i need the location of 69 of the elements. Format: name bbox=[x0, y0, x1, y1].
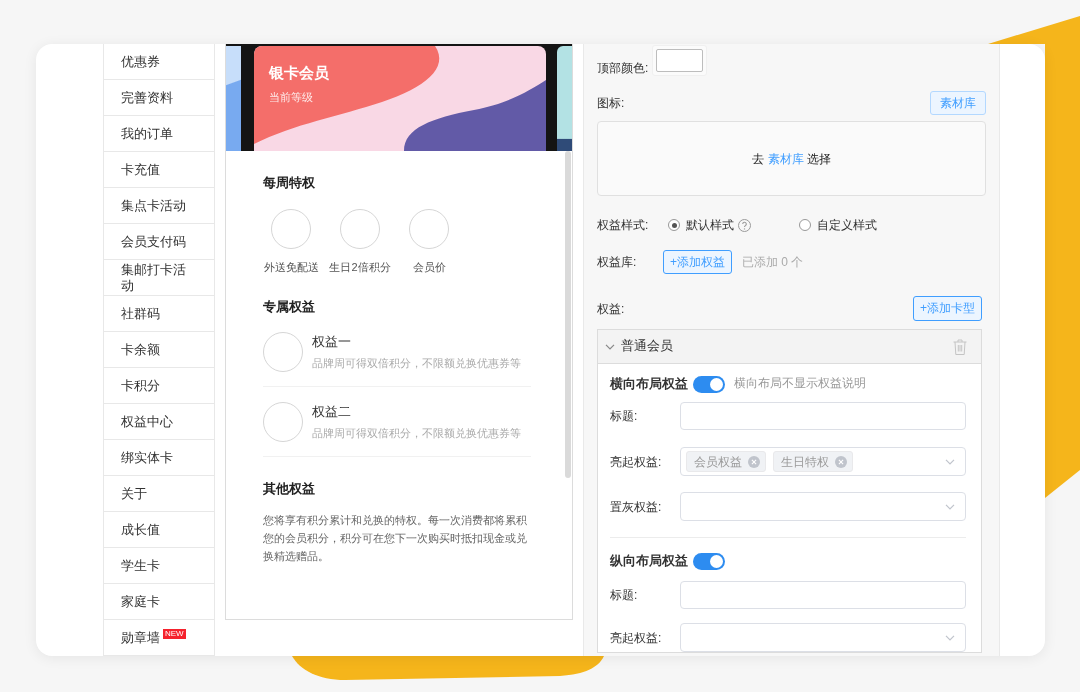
sidebar-item[interactable]: 优惠券 bbox=[104, 44, 214, 80]
privilege-label: 外送免配送 bbox=[263, 260, 319, 275]
field-label: 亮起权益: bbox=[610, 453, 663, 470]
close-icon[interactable] bbox=[748, 455, 760, 468]
toggle-switch[interactable] bbox=[693, 375, 725, 393]
upload-area[interactable]: 去 素材库 选择 bbox=[597, 121, 986, 196]
field-label: 置灰权益: bbox=[610, 498, 663, 515]
sidebar-item[interactable]: 绑实体卡 bbox=[104, 440, 214, 476]
text-input-field[interactable] bbox=[680, 581, 966, 609]
section-title: 专属权益 bbox=[263, 298, 315, 316]
sidebar-item[interactable]: 卡余额 bbox=[104, 332, 214, 368]
field-label: 标题: bbox=[610, 587, 639, 603]
section-paragraph: 您将享有积分累计和兑换的特权。每一次消费都将累积您的会员积分，积分可在您下一次购买时抵扣现金或兑换精选赠品。 bbox=[263, 513, 528, 564]
radio-label[interactable]: 自定义样式 bbox=[817, 216, 877, 234]
group-hint: 横向布局不显示权益说明 bbox=[734, 376, 866, 392]
sidebar-item[interactable]: 社群码 bbox=[104, 296, 214, 332]
sidebar-item[interactable]: 我的订单 bbox=[104, 116, 214, 152]
sidebar-item[interactable]: 卡充值 bbox=[104, 152, 214, 188]
sidebar-item[interactable]: 学生卡 bbox=[104, 548, 214, 584]
field-label: 权益库: bbox=[597, 254, 638, 271]
close-icon[interactable] bbox=[835, 455, 847, 468]
sidebar-item[interactable]: 权益中心 bbox=[104, 404, 214, 440]
benefit-title: 权益一 bbox=[312, 334, 351, 351]
new-badge: NEW bbox=[163, 629, 186, 639]
sidebar-item[interactable]: 集点卡活动 bbox=[104, 188, 214, 224]
toggle-switch[interactable] bbox=[693, 552, 725, 570]
card-subtitle: 当前等级 bbox=[269, 90, 313, 104]
sidebar-item[interactable]: 集邮打卡活动 bbox=[104, 260, 214, 296]
help-icon[interactable] bbox=[738, 218, 751, 232]
chevron-down-icon[interactable] bbox=[945, 634, 955, 641]
carousel-card[interactable] bbox=[557, 46, 572, 151]
trash-icon[interactable] bbox=[953, 338, 967, 355]
field-label: 图标: bbox=[597, 95, 625, 112]
added-count: 已添加 0 个 bbox=[742, 254, 804, 271]
field-label: 权益样式: bbox=[597, 217, 650, 234]
benefit-description: 品牌周可得双倍积分，不限额兑换优惠券等 bbox=[312, 426, 521, 441]
card-title: 银卡会员 bbox=[269, 63, 329, 83]
sidebar-item[interactable]: 成长值 bbox=[104, 512, 214, 548]
group-title: 纵向布局权益 bbox=[610, 552, 688, 570]
radio-button[interactable] bbox=[668, 219, 680, 231]
field-label: 标题: bbox=[610, 408, 639, 424]
panel-header[interactable]: 普通会员 bbox=[598, 330, 981, 364]
sidebar-item[interactable]: 勋章墙 NEW bbox=[104, 620, 214, 656]
panel-title: 普通会员 bbox=[621, 338, 673, 356]
chevron-down-icon[interactable] bbox=[605, 343, 615, 350]
sidebar-item[interactable]: 卡积分 bbox=[104, 368, 214, 404]
radio-button[interactable] bbox=[799, 219, 811, 231]
chevron-down-icon[interactable] bbox=[945, 458, 955, 465]
sidebar-item[interactable]: 家庭卡 bbox=[104, 584, 214, 620]
privilege-label: 会员价 bbox=[412, 260, 446, 275]
sidebar-item[interactable]: 完善资料 bbox=[104, 80, 214, 116]
benefit-description: 品牌周可得双倍积分，不限额兑换优惠券等 bbox=[312, 356, 521, 371]
section-title: 其他权益 bbox=[263, 480, 315, 498]
select-field[interactable] bbox=[680, 623, 966, 652]
field-label: 顶部颜色: bbox=[597, 60, 649, 77]
scrollbar-thumb[interactable] bbox=[565, 151, 571, 478]
sidebar-item[interactable]: 会员支付码 bbox=[104, 224, 214, 260]
benefit-title: 权益二 bbox=[312, 404, 351, 421]
select-field[interactable] bbox=[680, 492, 966, 521]
sidebar-item[interactable]: 关于 bbox=[104, 476, 214, 512]
text-input-field[interactable] bbox=[680, 402, 966, 430]
section-title: 每周特权 bbox=[263, 174, 315, 192]
upload-hint: 去 素材库 选择 bbox=[752, 150, 831, 168]
field-label: 亮起权益: bbox=[610, 629, 663, 646]
field-label: 权益: bbox=[597, 300, 625, 318]
group-title: 横向布局权益 bbox=[610, 375, 688, 393]
privilege-label: 生日2倍积分 bbox=[329, 260, 391, 275]
chevron-down-icon[interactable] bbox=[945, 503, 955, 510]
radio-label[interactable]: 默认样式 bbox=[686, 216, 734, 234]
